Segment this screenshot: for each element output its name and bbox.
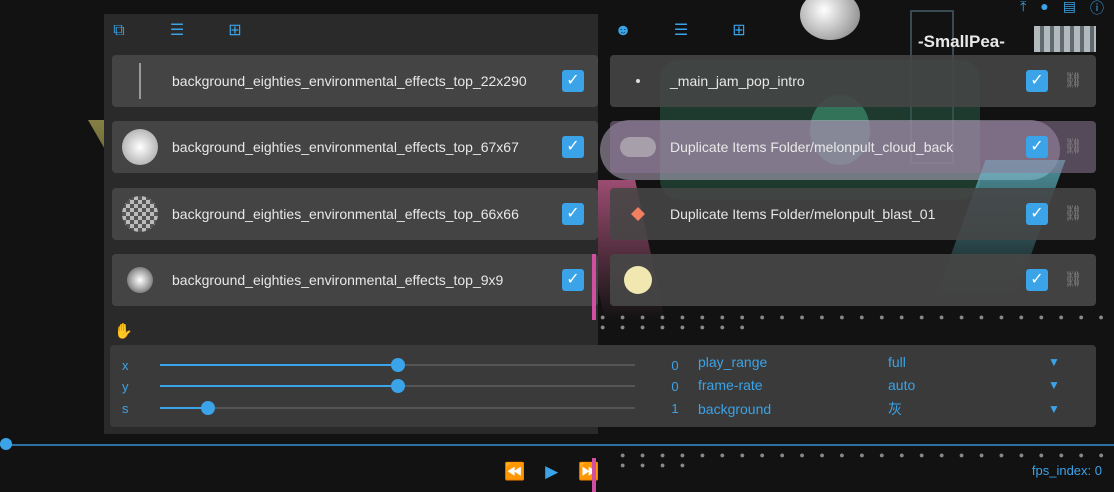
axis-label: s (122, 400, 129, 416)
checkbox[interactable]: ✓ (562, 70, 584, 92)
list-item[interactable]: background_eighties_environmental_effect… (112, 55, 598, 107)
checkbox[interactable]: ✓ (1026, 269, 1048, 291)
axis-label: x (122, 357, 129, 373)
select-all-icon[interactable]: ⊞ (226, 22, 244, 40)
slider-handle[interactable] (200, 401, 215, 415)
playhead-marker (592, 458, 596, 492)
fps-index: fps_index: 0 (1031, 463, 1102, 478)
checklist-icon[interactable]: ☰ (168, 22, 186, 40)
checkbox[interactable]: ✓ (1026, 136, 1048, 158)
disco-ball-image (800, 0, 860, 40)
list-item[interactable]: background_eighties_environmental_effect… (112, 188, 598, 240)
hand-icon[interactable]: ✋ (114, 322, 133, 340)
option-play-range[interactable]: play_range full ▼ (698, 352, 1060, 372)
list-item-label: background_eighties_environmental_effect… (172, 206, 519, 222)
option-label: frame-rate (698, 377, 763, 393)
option-label: background (698, 401, 772, 417)
thumbnail-cloud (618, 127, 658, 167)
thumbnail-checker (120, 194, 160, 234)
info-icon[interactable]: ⓘ (1090, 0, 1104, 18)
axis-label: y (122, 378, 129, 394)
slider-handle[interactable] (390, 358, 405, 372)
mascot-icon[interactable]: ☻ (614, 22, 632, 40)
dropdown-caret-icon[interactable]: ▼ (1048, 378, 1060, 392)
link-icon[interactable]: ⛓ (1062, 70, 1084, 92)
checkbox[interactable]: ✓ (1026, 203, 1048, 225)
list-item-label: Duplicate Items Folder/melonpult_cloud_b… (670, 139, 954, 155)
list-item[interactable]: Duplicate Items Folder/melonpult_blast_0… (610, 188, 1096, 240)
thumbnail-blast (618, 194, 658, 234)
timeline-handle[interactable] (0, 438, 12, 450)
thumbnail-line (120, 61, 160, 101)
link-icon[interactable]: ⛓ (1062, 269, 1084, 291)
thumbnail-blob (618, 260, 658, 300)
rewind-icon[interactable]: ⏪ (504, 462, 525, 482)
record-icon[interactable]: ● (1040, 0, 1048, 18)
list-item-label: background_eighties_environmental_effect… (172, 139, 519, 155)
copy-icon[interactable]: ⧉ (110, 22, 128, 40)
slider-fill (160, 364, 398, 366)
thumbnail-dot (618, 61, 658, 101)
dropdown-caret-icon[interactable]: ▼ (1048, 355, 1060, 369)
checkbox[interactable]: ✓ (562, 136, 584, 158)
slider-fill (160, 385, 398, 387)
top-right-toolbar: ⤒ ● ▤ ⓘ (1020, 0, 1104, 18)
option-value: 灰 (888, 401, 902, 417)
slider-s: s 1 (110, 398, 695, 418)
transform-controls: x 0 y 0 s 1 play_range full ▼ frame-rate… (110, 345, 1096, 427)
list-item[interactable]: background_eighties_environmental_effect… (112, 254, 598, 306)
list-item[interactable]: _main_jam_pop_intro ✓ ⛓ (610, 55, 1096, 107)
option-label: play_range (698, 354, 768, 370)
link-icon[interactable]: ⛓ (1062, 136, 1084, 158)
left-toolbar: ⧉ ☰ ⊞ (104, 14, 244, 48)
transport-controls: ⏪ ▶ ⏩ (504, 462, 599, 482)
link-icon[interactable]: ⛓ (1062, 203, 1084, 225)
list-item-label: background_eighties_environmental_effect… (172, 272, 504, 288)
stage-dots: ● ● ● ● ● ● ● ● ● ● ● ● ● ● ● ● ● ● ● ● … (600, 312, 1110, 332)
option-value: full (888, 354, 906, 370)
thumbnail-glow (120, 260, 160, 300)
checkbox[interactable]: ✓ (562, 203, 584, 225)
checkbox[interactable]: ✓ (562, 269, 584, 291)
watermark-text: -SmallPea- (918, 32, 1005, 51)
slider-value: 1 (671, 400, 679, 416)
list-item-label: background_eighties_environmental_effect… (172, 73, 527, 89)
checklist-icon-right[interactable]: ☰ (672, 22, 690, 40)
option-frame-rate[interactable]: frame-rate auto ▼ (698, 375, 1060, 395)
scroll-indicator (592, 254, 596, 320)
dropdown-caret-icon[interactable]: ▼ (1048, 402, 1060, 416)
watermark-image (1034, 26, 1096, 52)
thumbnail-disco (120, 127, 160, 167)
right-toolbar: ☻ ☰ ⊞ (608, 14, 748, 48)
option-value: auto (888, 377, 916, 393)
slider-x: x 0 (110, 355, 695, 375)
slider-y: y 0 (110, 376, 695, 396)
slider-track[interactable] (160, 379, 635, 393)
slider-track[interactable] (160, 401, 635, 415)
timeline-track[interactable] (0, 444, 1114, 446)
upload-icon[interactable]: ⤒ (1020, 0, 1026, 18)
document-icon[interactable]: ▤ (1063, 0, 1076, 18)
slider-value: 0 (671, 378, 679, 394)
list-item[interactable]: background_eighties_environmental_effect… (112, 121, 598, 173)
list-item-label: Duplicate Items Folder/melonpult_blast_0… (670, 206, 936, 222)
slider-track[interactable] (160, 358, 635, 372)
option-background[interactable]: background 灰 ▼ (698, 399, 1060, 419)
checkbox[interactable]: ✓ (1026, 70, 1048, 92)
list-item-label: _main_jam_pop_intro (670, 73, 805, 89)
play-icon[interactable]: ▶ (545, 462, 558, 482)
slider-value: 0 (671, 357, 679, 373)
list-item[interactable]: ✓ ⛓ (610, 254, 1096, 306)
list-item[interactable]: Duplicate Items Folder/melonpult_cloud_b… (610, 121, 1096, 173)
slider-handle[interactable] (390, 379, 405, 393)
select-all-icon-right[interactable]: ⊞ (730, 22, 748, 40)
fast-forward-icon[interactable]: ⏩ (578, 462, 599, 482)
